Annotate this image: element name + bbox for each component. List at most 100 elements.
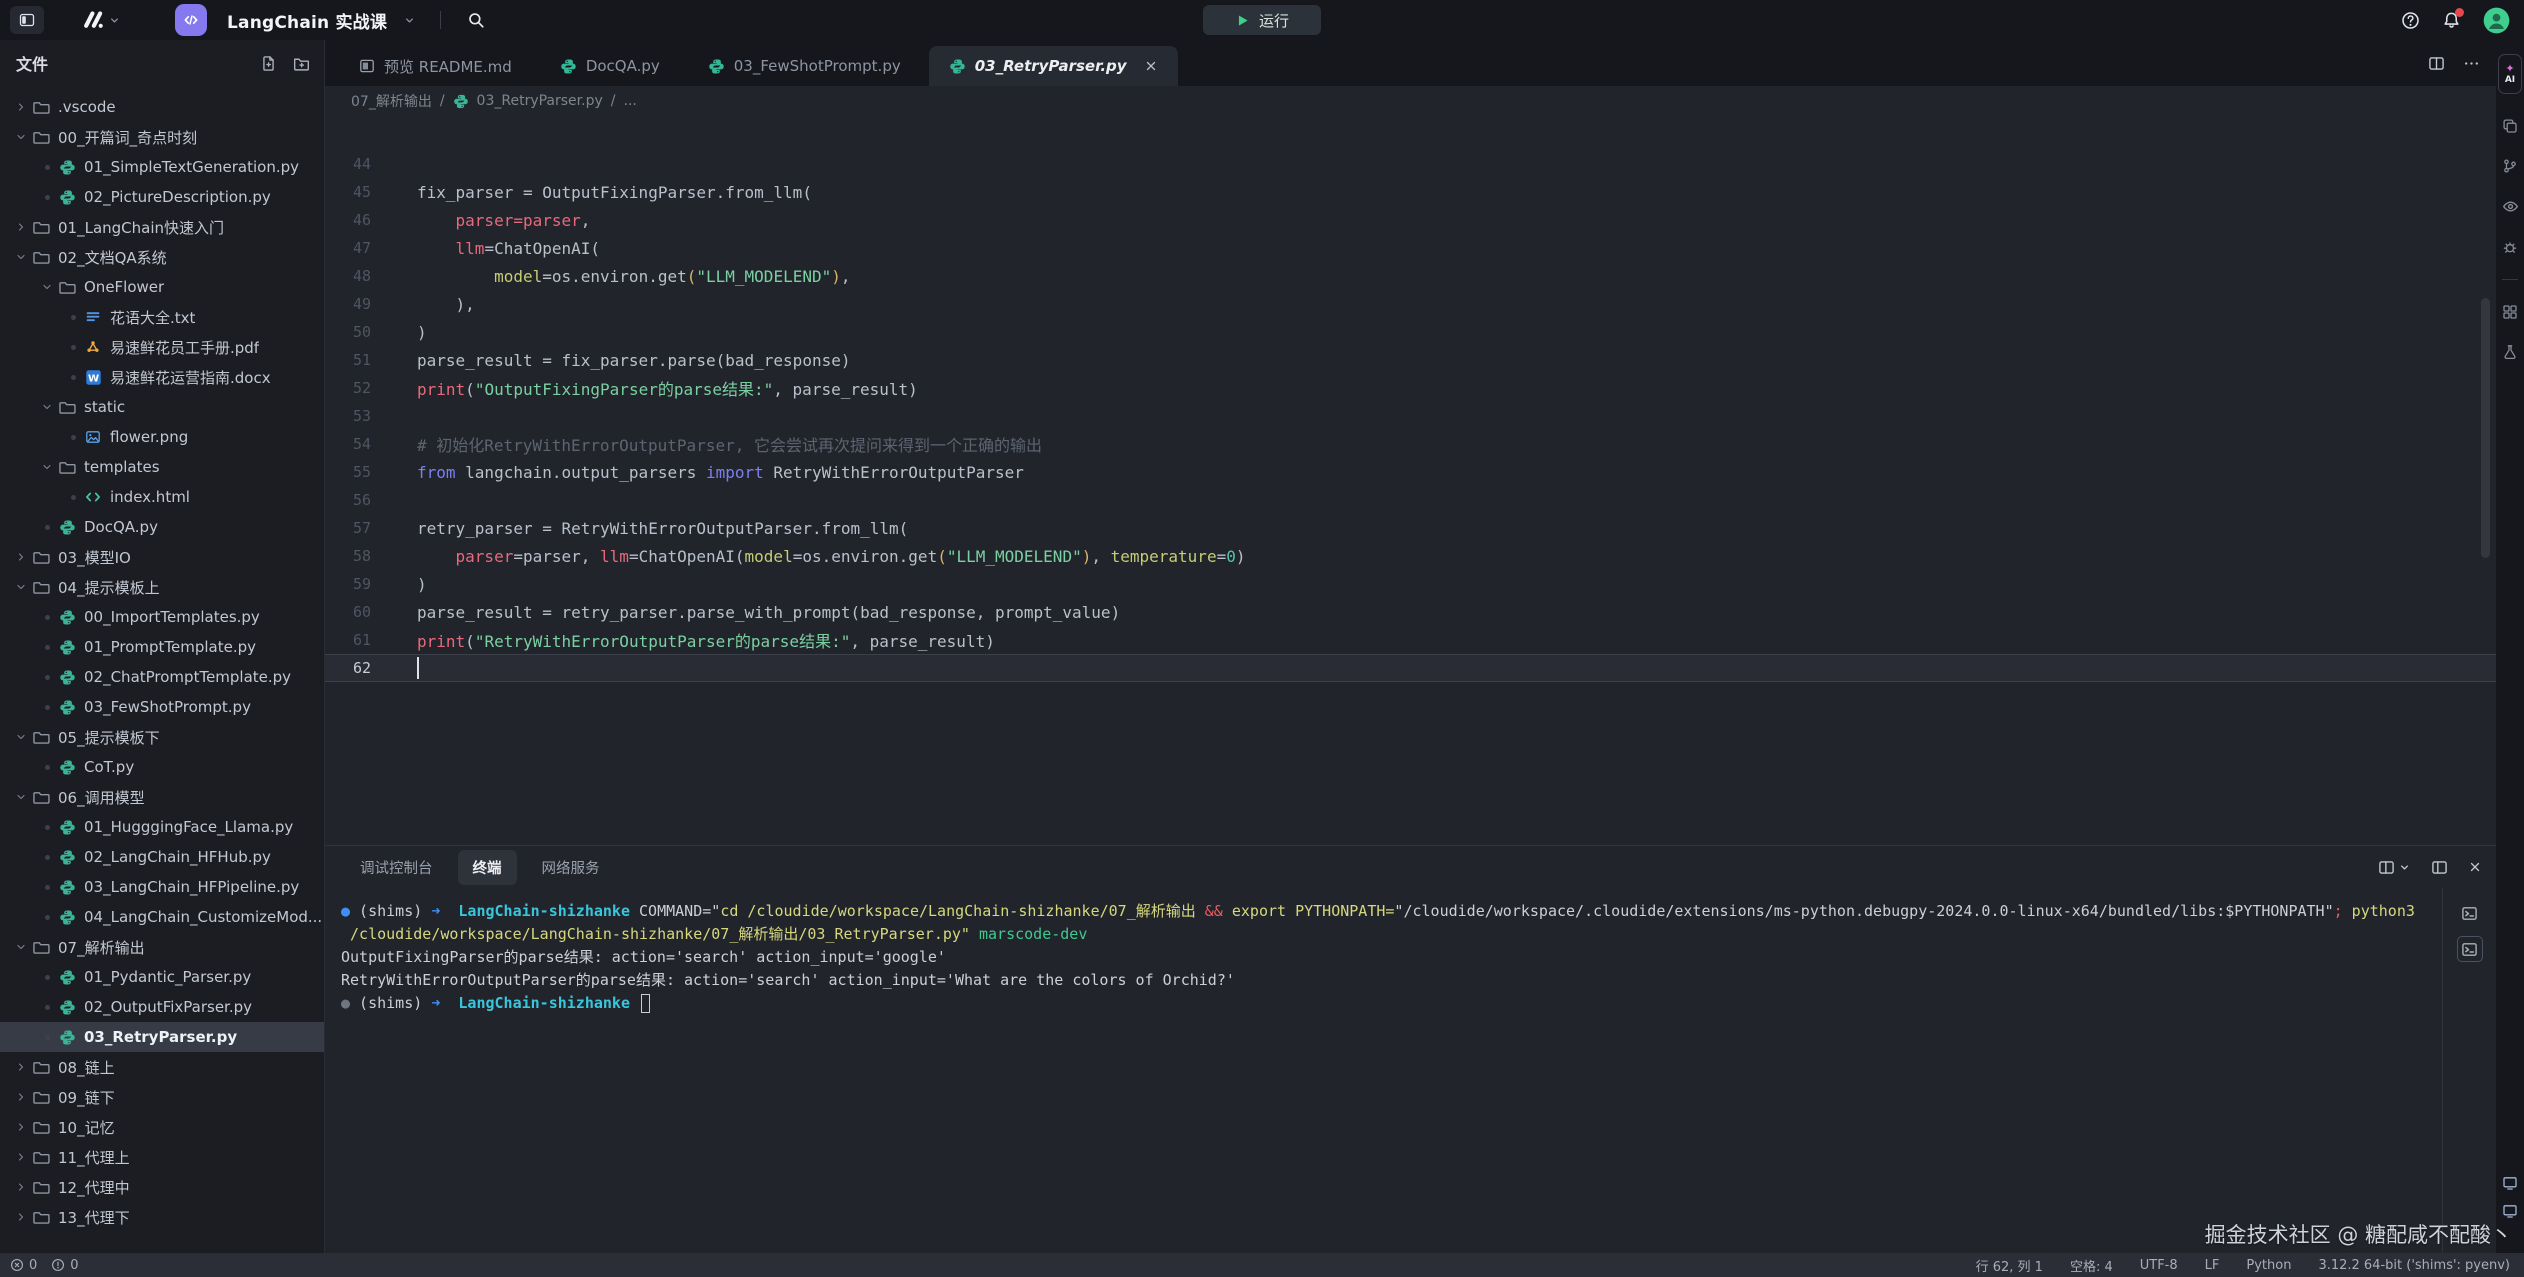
tree-item-01_PromptTemplate.py[interactable]: 01_PromptTemplate.py [0, 632, 324, 662]
tree-item-01_Pydantic_Parser.py[interactable]: 01_Pydantic_Parser.py [0, 962, 324, 992]
tree-item-label: 01_PromptTemplate.py [84, 638, 256, 656]
screen-icon[interactable] [2502, 1203, 2518, 1219]
git-status-dot [45, 855, 50, 860]
project-badge[interactable] [175, 4, 207, 36]
terminal[interactable]: ● (shims) ➜ LangChain-shizhanke COMMAND=… [325, 888, 2442, 1253]
file-tree: .vscode00_开篇词_奇点时刻01_SimpleTextGeneratio… [0, 86, 324, 1253]
bug-icon[interactable] [2502, 239, 2518, 255]
eye-icon[interactable] [2502, 198, 2519, 215]
tree-item-static[interactable]: static [0, 392, 324, 422]
tree-item-02_ChatPromptTemplate.py[interactable]: 02_ChatPromptTemplate.py [0, 662, 324, 692]
tree-item-12_代理中[interactable]: 12_代理中 [0, 1172, 324, 1202]
tree-item-02_文档QA系统[interactable]: 02_文档QA系统 [0, 242, 324, 272]
avatar[interactable] [2483, 7, 2510, 34]
split-editor-icon[interactable] [2428, 55, 2445, 72]
statusbar-item[interactable]: 空格: 4 [2070, 1256, 2113, 1275]
search-button[interactable] [467, 11, 485, 29]
code-editor[interactable]: 4445fix_parser = OutputFixingParser.from… [325, 116, 2496, 845]
terminal-instance-active[interactable] [2457, 936, 2483, 962]
tree-item-02_PictureDescription.py[interactable]: 02_PictureDescription.py [0, 182, 324, 212]
tree-item-08_链上[interactable]: 08_链上 [0, 1052, 324, 1082]
tree-item-00_开篇词_奇点时刻[interactable]: 00_开篇词_奇点时刻 [0, 122, 324, 152]
tree-item-DocQA.py[interactable]: DocQA.py [0, 512, 324, 542]
new-file-icon[interactable] [260, 55, 277, 72]
tree-item-10_记忆[interactable]: 10_记忆 [0, 1112, 324, 1142]
flask-icon[interactable] [2502, 344, 2518, 360]
tree-item-04_提示模板上[interactable]: 04_提示模板上 [0, 572, 324, 602]
tree-item-00_ImportTemplates.py[interactable]: 00_ImportTemplates.py [0, 602, 324, 632]
sidebar-toggle-button[interactable] [10, 6, 44, 34]
split-terminal-button[interactable] [2378, 859, 2411, 876]
tree-item-02_LangChain_HFHub.py[interactable]: 02_LangChain_HFHub.py [0, 842, 324, 872]
copy-icon[interactable] [2502, 118, 2518, 134]
tree-item-易速鲜花运营指南.docx[interactable]: W易速鲜花运营指南.docx [0, 362, 324, 392]
panel-tab-网络服务[interactable]: 网络服务 [527, 850, 615, 885]
chevron-down-icon[interactable] [403, 14, 416, 27]
close-tab-icon[interactable] [1144, 59, 1158, 73]
activity-icons [2502, 118, 2519, 360]
statusbar-item[interactable]: 行 62, 列 1 [1976, 1256, 2043, 1275]
editor-tab-DocQA.py[interactable]: DocQA.py [540, 46, 680, 86]
tree-item-06_调用模型[interactable]: 06_调用模型 [0, 782, 324, 812]
problems-warnings[interactable]: 0 [51, 1258, 78, 1273]
editor-scrollbar[interactable] [2481, 298, 2490, 558]
tree-item-index.html[interactable]: index.html [0, 482, 324, 512]
problems-errors[interactable]: 0 [10, 1258, 37, 1273]
app-logo[interactable] [82, 9, 121, 31]
tree-item-04_LangChain_CustomizeMod...[interactable]: 04_LangChain_CustomizeMod... [0, 902, 324, 932]
tree-item-templates[interactable]: templates [0, 452, 324, 482]
tree-item-03_FewShotPrompt.py[interactable]: 03_FewShotPrompt.py [0, 692, 324, 722]
tree-item-13_代理下[interactable]: 13_代理下 [0, 1202, 324, 1232]
tree-item-09_链下[interactable]: 09_链下 [0, 1082, 324, 1112]
statusbar-item[interactable]: 3.12.2 64-bit ('shims': pyenv) [2318, 1258, 2510, 1273]
tree-item-.vscode[interactable]: .vscode [0, 92, 324, 122]
help-button[interactable] [2401, 11, 2420, 30]
tree-item-02_OutputFixParser.py[interactable]: 02_OutputFixParser.py [0, 992, 324, 1022]
breadcrumb[interactable]: 07_解析输出 / 03_RetryParser.py / ... [325, 86, 2496, 116]
screen-icon[interactable] [2502, 1175, 2518, 1191]
editor-tab-03_FewShotPrompt.py[interactable]: 03_FewShotPrompt.py [688, 46, 921, 86]
line-number: 58 [325, 547, 397, 565]
breadcrumb-more[interactable]: ... [623, 93, 636, 109]
branch-icon[interactable] [2502, 158, 2518, 174]
editor-tab-03_RetryParser.py[interactable]: 03_RetryParser.py [929, 46, 1178, 86]
tree-item-01_SimpleTextGeneration.py[interactable]: 01_SimpleTextGeneration.py [0, 152, 324, 182]
grid-icon[interactable] [2502, 304, 2518, 320]
chevron-down-icon [12, 941, 30, 953]
tree-item-05_提示模板下[interactable]: 05_提示模板下 [0, 722, 324, 752]
tree-item-易速鲜花员工手册.pdf[interactable]: 易速鲜花员工手册.pdf [0, 332, 324, 362]
terminal-instance[interactable] [2457, 900, 2483, 926]
close-panel-icon[interactable] [2468, 860, 2482, 874]
tree-item-OneFlower[interactable]: OneFlower [0, 272, 324, 302]
avatar-icon [2483, 7, 2510, 34]
tree-item-label: 12_代理中 [58, 1177, 130, 1198]
terminal-line-3: OutputFixingParser的parse结果: action='sear… [341, 946, 2432, 969]
notifications-button[interactable] [2442, 11, 2461, 30]
tree-item-03_LangChain_HFPipeline.py[interactable]: 03_LangChain_HFPipeline.py [0, 872, 324, 902]
tree-item-03_模型IO[interactable]: 03_模型IO [0, 542, 324, 572]
tree-item-flower.png[interactable]: flower.png [0, 422, 324, 452]
panel-tab-终端[interactable]: 终端 [458, 850, 517, 885]
editor-tab-预览 README.md[interactable]: 预览 README.md [339, 46, 532, 86]
ai-assistant-button[interactable]: ✦ AI [2498, 54, 2522, 94]
tree-item-07_解析输出[interactable]: 07_解析输出 [0, 932, 324, 962]
breadcrumb-folder[interactable]: 07_解析输出 [351, 91, 432, 111]
tree-item-11_代理上[interactable]: 11_代理上 [0, 1142, 324, 1172]
more-actions-icon[interactable] [2463, 55, 2480, 72]
statusbar-item[interactable]: UTF-8 [2140, 1258, 2178, 1273]
code-token: ( [465, 380, 475, 399]
tree-item-03_RetryParser.py[interactable]: 03_RetryParser.py [0, 1022, 324, 1052]
panel-tab-调试控制台[interactable]: 调试控制台 [345, 850, 448, 885]
new-folder-icon[interactable] [293, 55, 310, 72]
breadcrumb-file[interactable]: 03_RetryParser.py [477, 93, 603, 109]
run-button[interactable]: 运行 [1203, 5, 1321, 35]
tree-item-01_LangChain快速入门[interactable]: 01_LangChain快速入门 [0, 212, 324, 242]
tree-item-CoT.py[interactable]: CoT.py [0, 752, 324, 782]
panel-layout-icon[interactable] [2431, 859, 2448, 876]
warning-count: 0 [70, 1258, 78, 1273]
statusbar-item[interactable]: Python [2246, 1258, 2291, 1273]
tree-item-01_HugggingFace_Llama.py[interactable]: 01_HugggingFace_Llama.py [0, 812, 324, 842]
project-title[interactable]: LangChain 实战课 [227, 8, 387, 33]
tree-item-花语大全.txt[interactable]: 花语大全.txt [0, 302, 324, 332]
statusbar-item[interactable]: LF [2205, 1258, 2220, 1273]
